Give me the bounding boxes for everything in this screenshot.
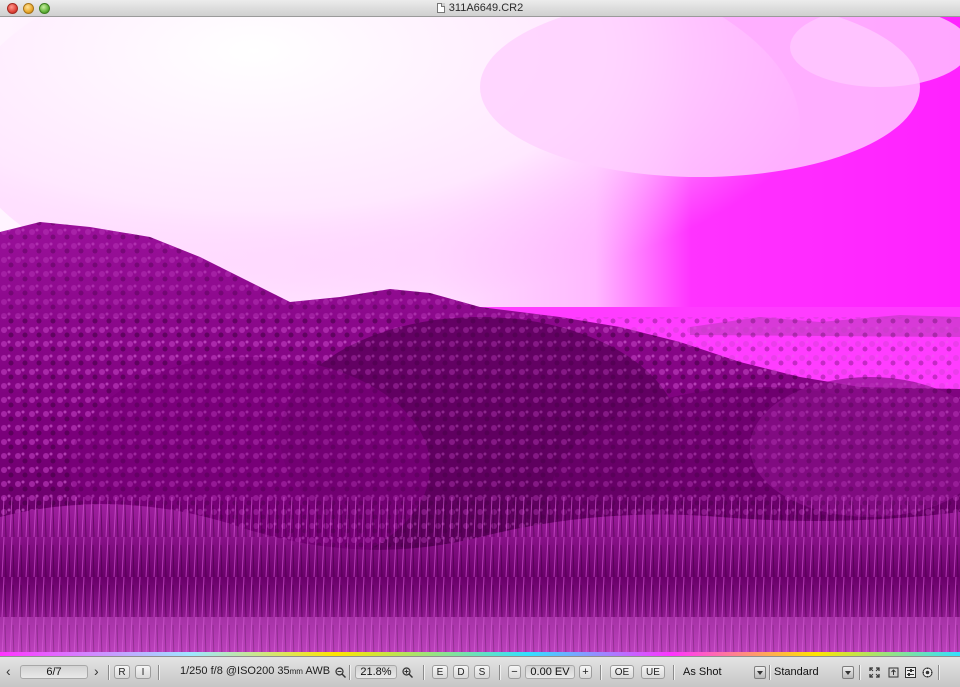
document-icon	[436, 3, 445, 13]
toolbar-separator	[600, 665, 602, 680]
white-balance-select[interactable]: As Shot	[683, 665, 753, 680]
exif-wb: AWB	[305, 665, 331, 677]
title-bar: 311A6649.CR2	[0, 0, 960, 17]
d-button[interactable]: D	[453, 665, 469, 679]
bottom-toolbar: ‹ 6/7 › R I 1/250 f/8 @ISO200 35mm AWB 2…	[0, 656, 960, 687]
toolbar-separator	[423, 665, 425, 680]
info-button[interactable]: I	[135, 665, 151, 679]
tone-dropdown-icon[interactable]	[842, 666, 854, 679]
ev-minus-button[interactable]: −	[508, 665, 521, 679]
zoom-field[interactable]: 21.8%	[355, 665, 397, 679]
rating-button[interactable]: R	[114, 665, 130, 679]
s-button[interactable]: S	[474, 665, 490, 679]
fullscreen-icon[interactable]	[869, 667, 880, 678]
export-icon[interactable]	[888, 667, 899, 678]
settings-icon[interactable]	[922, 667, 933, 678]
e-button[interactable]: E	[432, 665, 448, 679]
white-balance-dropdown-icon[interactable]	[754, 666, 766, 679]
raw-viewer-window: 311A6649.CR2 ‹ 6/7 › R I 1/250 f/8 @ISO2…	[0, 0, 960, 687]
exif-info: 1/250 f/8 @ISO200 35mm AWB	[180, 664, 330, 679]
toolbar-separator	[499, 665, 501, 680]
toolbar-separator	[108, 665, 110, 680]
toolbar-separator	[158, 665, 160, 680]
ev-field[interactable]: 0.00 EV	[525, 665, 575, 679]
chevron-right-icon[interactable]: ›	[94, 664, 99, 679]
page-counter[interactable]: 6/7	[20, 665, 88, 679]
adjust-icon[interactable]	[905, 667, 916, 678]
toolbar-separator	[349, 665, 351, 680]
overexposure-button[interactable]: OE	[610, 665, 634, 679]
zoom-out-icon[interactable]	[335, 667, 346, 678]
underexposure-button[interactable]: UE	[641, 665, 665, 679]
window-title: 311A6649.CR2	[448, 2, 524, 14]
photo-preview[interactable]	[0, 17, 960, 652]
toolbar-separator	[769, 665, 771, 680]
zoom-in-icon[interactable]	[402, 667, 413, 678]
chevron-left-icon[interactable]: ‹	[6, 664, 11, 679]
tone-select[interactable]: Standard Tone	[774, 665, 840, 680]
ev-plus-button[interactable]: +	[579, 665, 592, 679]
title-group: 311A6649.CR2	[0, 0, 960, 16]
photo-image	[0, 17, 960, 652]
exif-unit: mm	[289, 667, 303, 676]
toolbar-separator	[859, 665, 861, 680]
exif-main: 1/250 f/8 @ISO200 35	[180, 665, 290, 677]
toolbar-separator	[673, 665, 675, 680]
toolbar-separator	[938, 665, 940, 680]
